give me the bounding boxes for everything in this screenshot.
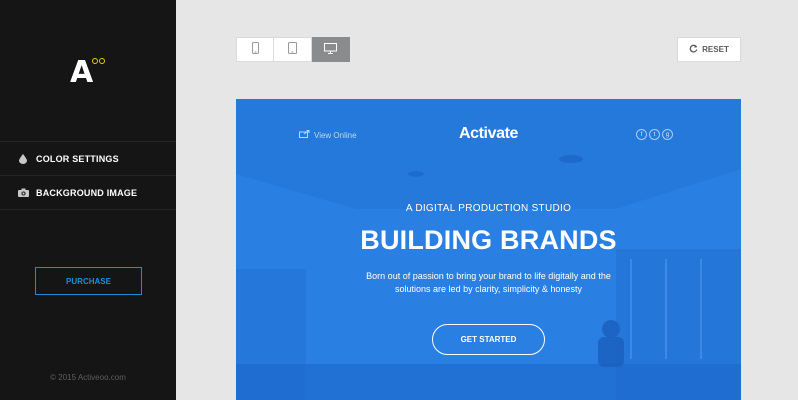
- copyright-text: © 2015 Activeoo.com: [50, 373, 126, 382]
- logo-letter: A: [70, 55, 94, 90]
- refresh-icon: [689, 44, 698, 55]
- reset-label: RESET: [702, 45, 729, 54]
- camera-icon: [17, 187, 29, 199]
- menu-item-background-image[interactable]: BACKGROUND IMAGE: [0, 176, 176, 210]
- social-links: f t g: [636, 129, 673, 140]
- email-preview: View Online Activate f t g A DIGITAL PRO…: [236, 99, 741, 400]
- desktop-icon: [324, 41, 337, 59]
- menu-item-label: BACKGROUND IMAGE: [36, 187, 138, 198]
- settings-menu: COLOR SETTINGS BACKGROUND IMAGE: [0, 141, 176, 210]
- reset-button[interactable]: RESET: [677, 37, 741, 62]
- device-phone-button[interactable]: [236, 37, 274, 62]
- phone-icon: [251, 41, 259, 59]
- menu-item-color-settings[interactable]: COLOR SETTINGS: [0, 142, 176, 176]
- sidebar: A COLOR SETTINGS BACKGROUND IMAGE PURCHA…: [0, 0, 176, 400]
- twitter-icon[interactable]: t: [649, 129, 660, 140]
- logo[interactable]: A: [70, 58, 110, 88]
- google-plus-icon[interactable]: g: [662, 129, 673, 140]
- headline: BUILDING BRANDS: [360, 225, 617, 255]
- tablet-icon: [288, 41, 297, 59]
- get-started-button[interactable]: GET STARTED: [432, 324, 545, 355]
- body-text: Born out of passion to bring your brand …: [366, 271, 611, 294]
- facebook-icon[interactable]: f: [636, 129, 647, 140]
- logo-dots-icon: [92, 58, 105, 64]
- device-tablet-button[interactable]: [274, 37, 312, 62]
- menu-item-label: COLOR SETTINGS: [36, 153, 119, 164]
- eyebrow-text: A DIGITAL PRODUCTION STUDIO: [405, 203, 572, 214]
- purchase-button[interactable]: PURCHASE: [35, 267, 142, 295]
- device-desktop-button[interactable]: [312, 37, 350, 62]
- device-switcher: [236, 37, 350, 62]
- drop-icon: [17, 153, 29, 165]
